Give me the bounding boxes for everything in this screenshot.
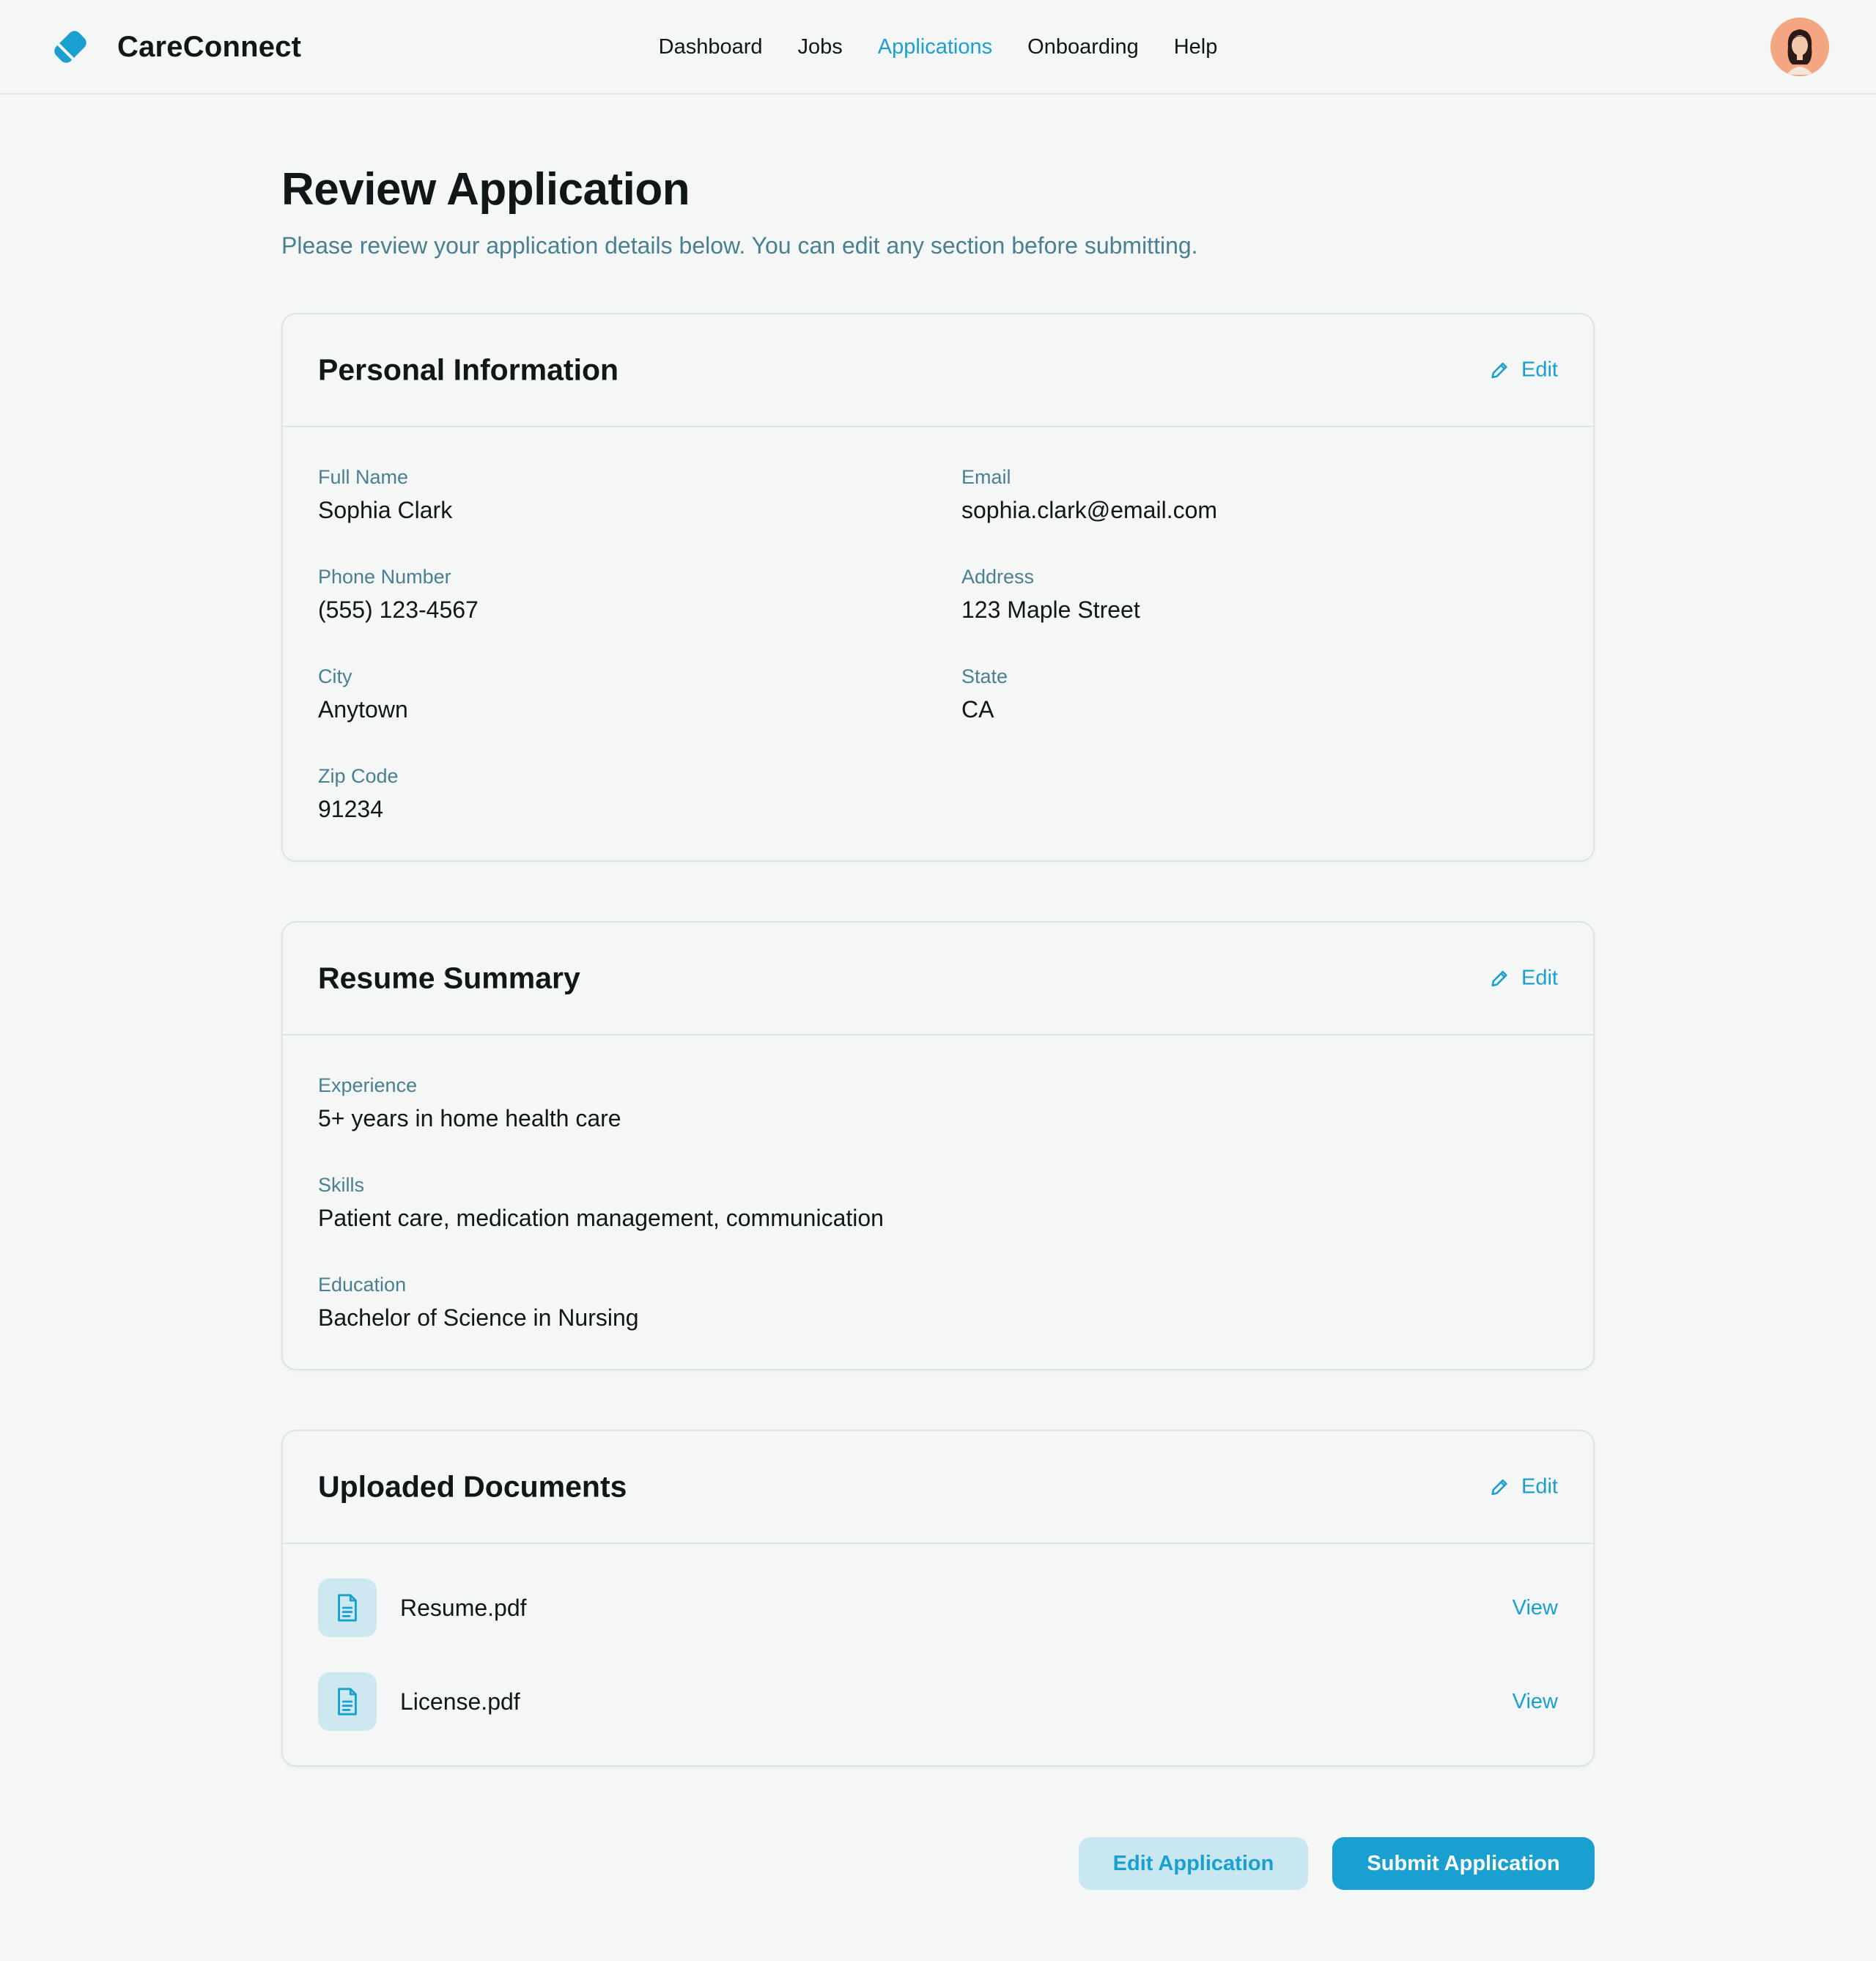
card-title: Uploaded Documents [318, 1469, 627, 1504]
edit-label: Edit [1521, 966, 1558, 990]
field-value: Bachelor of Science in Nursing [318, 1304, 639, 1332]
document-icon [318, 1578, 377, 1637]
field-state: State CA [961, 665, 1008, 724]
nav-dashboard[interactable]: Dashboard [659, 32, 763, 62]
field-value: (555) 123-4567 [318, 597, 479, 624]
field-education: Education Bachelor of Science in Nursing [318, 1273, 639, 1332]
user-avatar[interactable] [1770, 18, 1829, 76]
field-value: 123 Maple Street [961, 597, 1140, 624]
field-skills: Skills Patient care, medication manageme… [318, 1173, 884, 1233]
card-header: Uploaded Documents Edit [283, 1431, 1593, 1544]
pencil-icon [1491, 970, 1507, 986]
edit-label: Edit [1521, 1474, 1558, 1499]
edit-application-button[interactable]: Edit Application [1079, 1837, 1308, 1890]
avatar-icon [1770, 18, 1829, 76]
personal-info-card: Personal Information Edit Full Name Soph… [281, 313, 1595, 862]
field-experience: Experience 5+ years in home health care [318, 1074, 621, 1133]
field-label: Experience [318, 1074, 418, 1096]
document-name: Resume.pdf [400, 1594, 527, 1621]
view-license-link[interactable]: View [1513, 1690, 1558, 1714]
field-label: Phone Number [318, 566, 451, 588]
field-label: Zip Code [318, 765, 399, 787]
field-full-name: Full Name Sophia Clark [318, 465, 452, 525]
edit-resume-button[interactable]: Edit [1489, 967, 1558, 991]
field-value: Anytown [318, 696, 408, 723]
uploaded-documents-card: Uploaded Documents Edit Resume.pdf View [281, 1430, 1595, 1767]
edit-documents-button[interactable]: Edit [1489, 1475, 1558, 1499]
field-label: State [961, 665, 1008, 687]
document-row: Resume.pdf View [318, 1578, 1558, 1637]
edit-personal-info-button[interactable]: Edit [1489, 358, 1558, 383]
top-navbar: CareConnect Dashboard Jobs Applications … [0, 0, 1876, 95]
card-title: Resume Summary [318, 961, 580, 995]
field-value: CA [961, 696, 994, 723]
field-value: 91234 [318, 796, 383, 823]
view-resume-link[interactable]: View [1513, 1596, 1558, 1620]
field-value: Sophia Clark [318, 497, 453, 524]
logo-icon [54, 31, 86, 63]
brand-name: CareConnect [117, 30, 302, 63]
field-phone: Phone Number (555) 123-4567 [318, 565, 479, 624]
card-header: Personal Information Edit [283, 314, 1593, 427]
field-label: City [318, 665, 352, 687]
card-title: Personal Information [318, 352, 619, 387]
field-email: Email sophia.clark@email.com [961, 465, 1217, 525]
nav-onboarding[interactable]: Onboarding [1027, 32, 1139, 62]
field-city: City Anytown [318, 665, 408, 724]
field-address: Address 123 Maple Street [961, 565, 1140, 624]
field-label: Email [961, 466, 1011, 488]
nav-applications[interactable]: Applications [878, 32, 992, 62]
field-label: Address [961, 566, 1035, 588]
field-value: 5+ years in home health care [318, 1105, 621, 1132]
brand[interactable]: CareConnect [47, 23, 301, 70]
pencil-icon [1491, 362, 1507, 378]
document-icon [318, 1672, 377, 1731]
submit-application-button[interactable]: Submit Application [1332, 1837, 1595, 1890]
field-label: Skills [318, 1174, 365, 1196]
field-label: Education [318, 1274, 407, 1296]
nav-help[interactable]: Help [1174, 32, 1218, 62]
field-zip: Zip Code 91234 [318, 764, 399, 824]
document-name: License.pdf [400, 1688, 520, 1715]
document-row: License.pdf View [318, 1672, 1558, 1731]
resume-summary-card: Resume Summary Edit Experience 5+ years … [281, 921, 1595, 1370]
field-value: sophia.clark@email.com [961, 497, 1218, 524]
field-value: Patient care, medication management, com… [318, 1205, 884, 1232]
page-subtitle: Please review your application details b… [281, 232, 1198, 259]
edit-label: Edit [1521, 358, 1558, 382]
pencil-icon [1491, 1479, 1507, 1495]
field-label: Full Name [318, 466, 409, 488]
page-title: Review Application [281, 164, 690, 215]
nav-jobs[interactable]: Jobs [798, 32, 843, 62]
card-header: Resume Summary Edit [283, 923, 1593, 1035]
